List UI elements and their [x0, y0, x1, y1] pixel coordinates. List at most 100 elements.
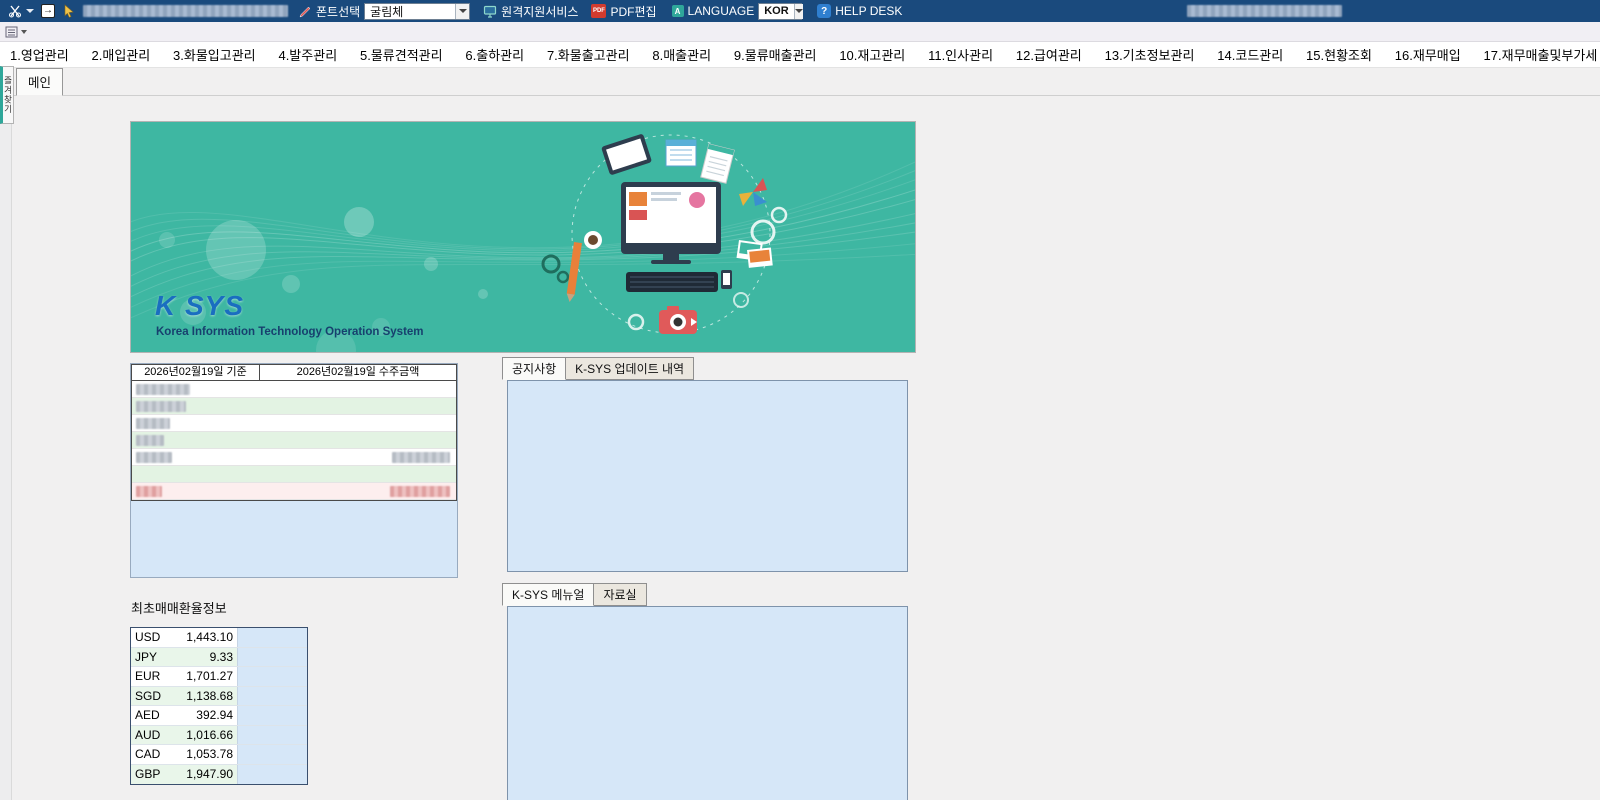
- table-row: AED 392.94: [131, 706, 307, 726]
- menu-item-finance-revenue-vat[interactable]: 17.재무매출및부가세: [1482, 45, 1600, 64]
- chevron-down-icon[interactable]: [21, 29, 27, 34]
- font-select[interactable]: 굴림체: [364, 2, 471, 20]
- side-rail: [0, 96, 12, 800]
- chevron-down-icon: [26, 9, 34, 13]
- currency-code: SGD: [135, 688, 162, 703]
- banner-illustration: [131, 122, 915, 352]
- tools-icon: [8, 4, 22, 18]
- table-row: [132, 483, 456, 500]
- menu-item-basic-info[interactable]: 13.기초정보관리: [1103, 45, 1197, 64]
- pdf-edit-button[interactable]: PDF PDF편집: [591, 3, 657, 20]
- menu-item-logistics-revenue[interactable]: 9.물류매출관리: [732, 45, 819, 64]
- manual-panel-tabs: K-SYS 메뉴얼 자료실: [502, 583, 915, 606]
- currency-code: AUD: [135, 727, 161, 742]
- menu-item-sales[interactable]: 1.영업관리: [8, 45, 71, 64]
- table-row: CAD 1,053.78: [131, 745, 307, 765]
- language-value: KOR: [764, 5, 789, 17]
- redacted-cell: [136, 384, 190, 395]
- remote-support-label: 원격지원서비스: [501, 4, 579, 19]
- tab-ksys-manual[interactable]: K-SYS 메뉴얼: [502, 583, 595, 606]
- font-select-caret[interactable]: [455, 3, 470, 19]
- menu-item-status-inquiry[interactable]: 15.현황조회: [1304, 45, 1374, 64]
- help-desk-label: HELP DESK: [835, 4, 903, 18]
- menu-item-cargo-outbound[interactable]: 7.화물출고관리: [545, 45, 632, 64]
- exchange-rate-table: USD 1,443.10 JPY 9.33 EUR 1,701.27 SGD 1…: [130, 627, 308, 785]
- tab-main[interactable]: 메인: [16, 68, 64, 96]
- table-row: AUD 1,016.66: [131, 725, 307, 745]
- empty-cell: [237, 764, 307, 784]
- currency-rate: 1,016.66: [186, 727, 233, 742]
- redacted-company-info: [1187, 5, 1342, 17]
- pdf-icon: PDF: [591, 4, 607, 18]
- empty-cell: [237, 725, 307, 744]
- currency-rate: 1,138.68: [186, 688, 233, 703]
- favorites-strip[interactable]: 즐겨찾기: [0, 66, 14, 124]
- language-select-caret[interactable]: [793, 3, 803, 19]
- redacted-user-info: [83, 5, 288, 17]
- banner-subtitle: Korea Information Technology Operation S…: [156, 326, 424, 338]
- menu-item-code[interactable]: 14.코드관리: [1215, 45, 1285, 64]
- status-panel: 2026년02월19일 기준 2026년02월19일 수주금액: [130, 363, 458, 578]
- tab-bar: 메인: [0, 68, 1600, 96]
- pointer-icon[interactable]: [62, 4, 76, 18]
- pen-icon: [299, 5, 312, 18]
- currency-code: JPY: [135, 649, 158, 664]
- tab-ksys-update-history[interactable]: K-SYS 업데이트 내역: [566, 357, 695, 380]
- remote-support-button[interactable]: 원격지원서비스: [483, 3, 578, 20]
- main-banner: K SYS Korea Information Technology Opera…: [130, 121, 916, 353]
- empty-cell: [237, 667, 307, 686]
- redacted-cell: [390, 486, 450, 497]
- menu-item-order[interactable]: 4.발주관리: [276, 45, 339, 64]
- app-window: → 폰트선택 굴림체 원격지원서비스 PDF PDF편집 A LANGUAGE …: [0, 0, 1600, 800]
- font-select-value: 굴림체: [370, 4, 404, 19]
- banner-title: K SYS: [155, 290, 245, 321]
- remote-support-icon: [483, 5, 497, 18]
- menu-item-finance-purchase[interactable]: 16.재무매입: [1393, 45, 1463, 64]
- manual-content-area[interactable]: [507, 606, 908, 800]
- tab-archive[interactable]: 자료실: [594, 583, 647, 606]
- exit-icon[interactable]: →: [41, 4, 55, 18]
- table-row: USD 1,443.10: [131, 628, 307, 648]
- currency-code: AED: [135, 708, 160, 723]
- menu-item-inventory[interactable]: 10.재고관리: [837, 45, 907, 64]
- list-icon[interactable]: [5, 26, 18, 38]
- redacted-cell: [136, 452, 172, 463]
- currency-code: GBP: [135, 767, 161, 782]
- status-col-date-basis: 2026년02월19일 기준: [132, 365, 260, 380]
- notice-panel: 공지사항 K-SYS 업데이트 내역: [502, 357, 915, 580]
- menu-item-payroll[interactable]: 12.급여관리: [1014, 45, 1084, 64]
- menu-item-purchase[interactable]: 2.매입관리: [90, 45, 153, 64]
- table-row: [132, 466, 456, 483]
- menu-item-cargo-inbound[interactable]: 3.화물입고관리: [171, 45, 258, 64]
- currency-rate: 9.33: [209, 649, 233, 664]
- main-menu-bar: 1.영업관리 2.매입관리 3.화물입고관리 4.발주관리 5.물류견적관리 6…: [0, 42, 1600, 68]
- language-label: LANGUAGE: [687, 4, 755, 18]
- table-row: SGD 1,138.68: [131, 686, 307, 706]
- font-select-label: 폰트선택: [316, 4, 361, 19]
- tools-button[interactable]: [8, 4, 34, 18]
- language-select[interactable]: KOR: [758, 2, 803, 20]
- menu-item-revenue[interactable]: 8.매출관리: [650, 45, 713, 64]
- help-desk-button[interactable]: ? HELP DESK: [817, 4, 902, 18]
- exchange-rate-title: 최초매매환율정보: [131, 601, 227, 616]
- redacted-cell: [136, 418, 170, 429]
- table-row: EUR 1,701.27: [131, 667, 307, 687]
- empty-cell: [237, 686, 307, 705]
- redacted-cell: [392, 452, 450, 463]
- pdf-edit-label: PDF편집: [610, 4, 657, 19]
- currency-code: CAD: [135, 747, 161, 762]
- table-row: [132, 432, 456, 449]
- table-row: JPY 9.33: [131, 647, 307, 667]
- status-col-order-amount: 2026년02월19일 수주금액: [296, 366, 420, 378]
- notice-content-area[interactable]: [507, 380, 908, 572]
- help-desk-icon: ?: [817, 4, 832, 18]
- language-group: A LANGUAGE KOR: [671, 2, 803, 20]
- menu-item-shipment[interactable]: 6.출하관리: [463, 45, 526, 64]
- redacted-cell: [136, 435, 164, 446]
- menu-item-hr[interactable]: 11.인사관리: [926, 45, 995, 64]
- table-row: GBP 1,947.90: [131, 764, 307, 784]
- tab-notices[interactable]: 공지사항: [502, 357, 567, 380]
- language-icon: A: [671, 5, 684, 17]
- favorites-label: 즐겨찾기: [3, 76, 13, 114]
- menu-item-logistics-quote[interactable]: 5.물류견적관리: [358, 45, 445, 64]
